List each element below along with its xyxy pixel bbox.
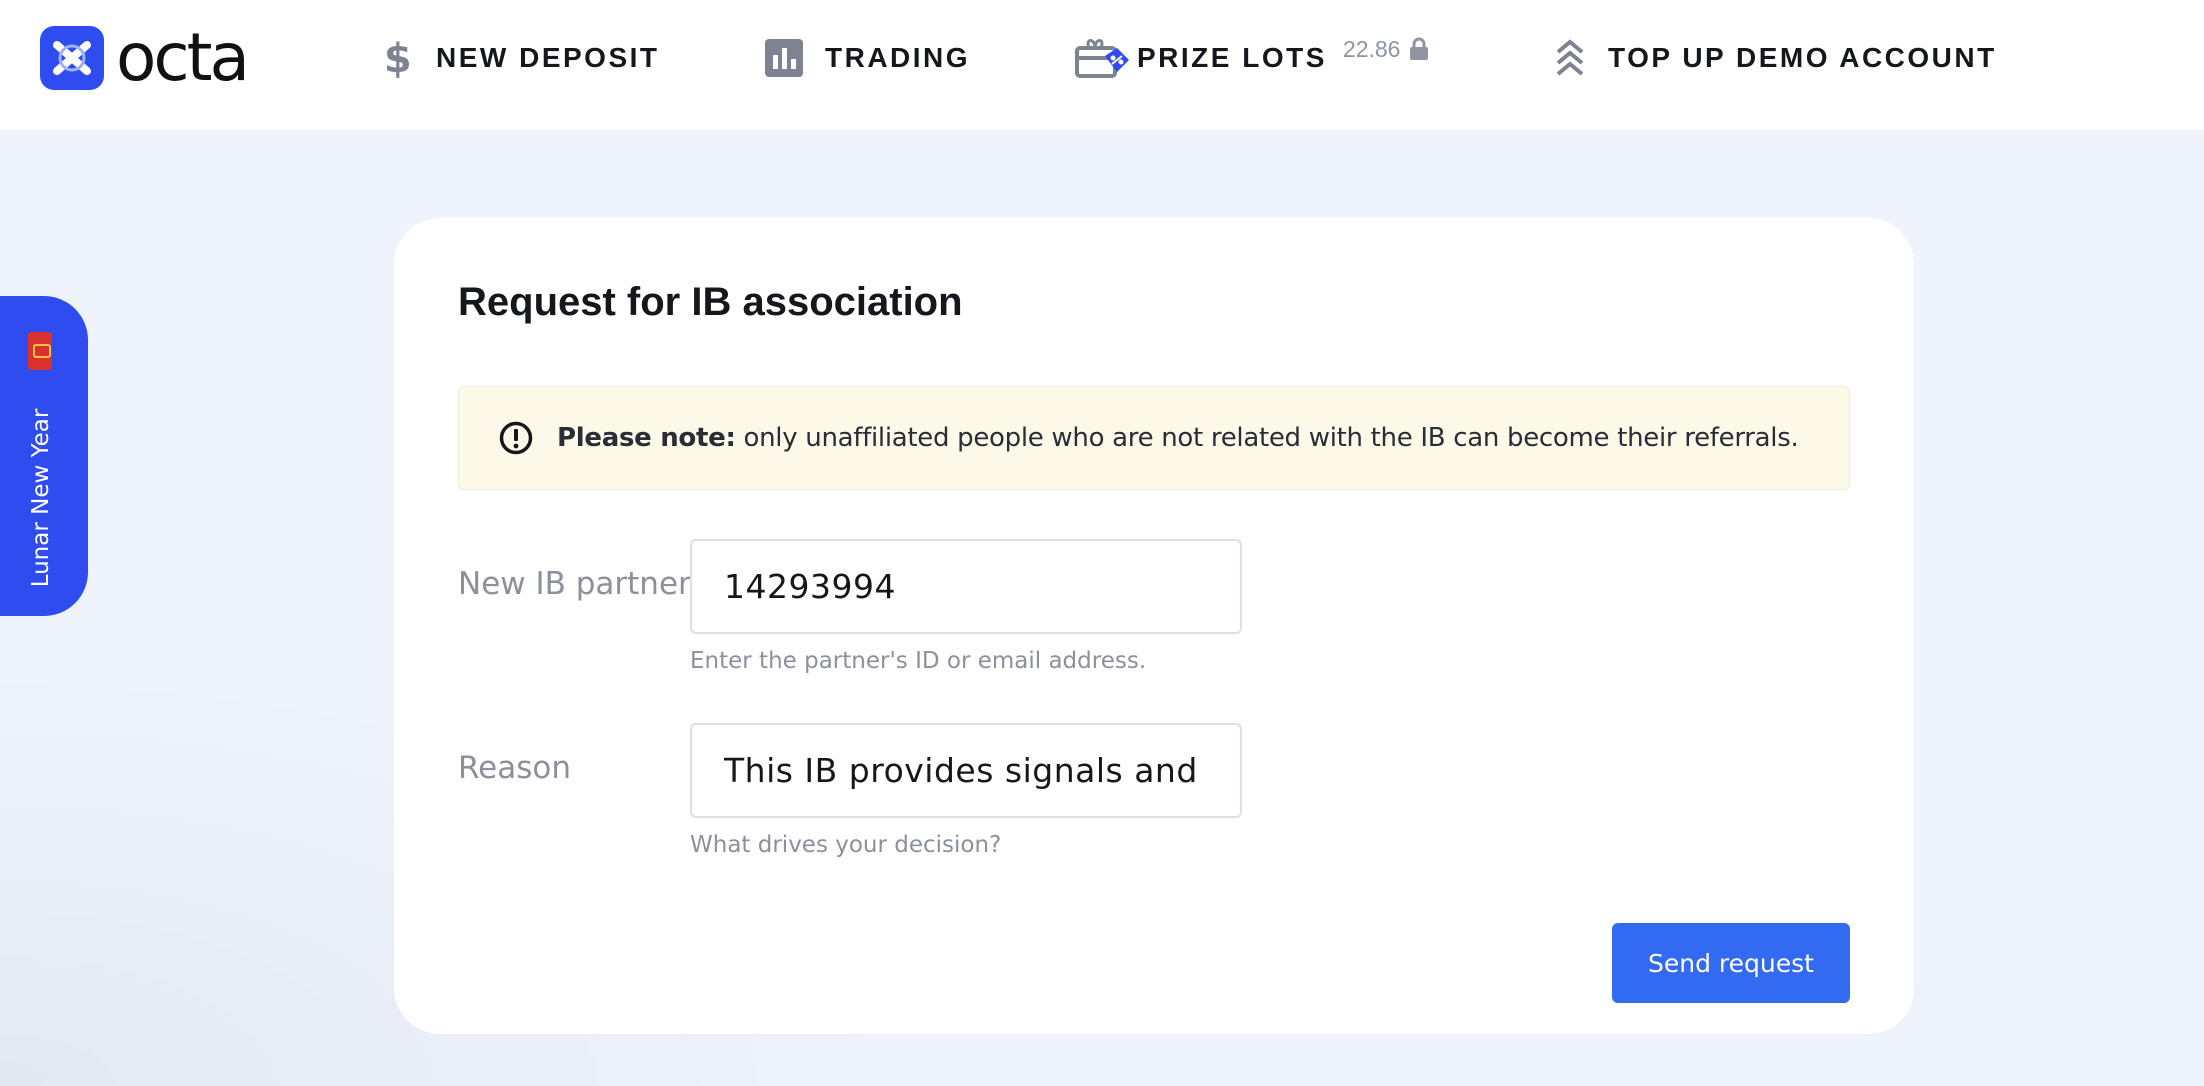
- notice-body: only unaffiliated people who are not rel…: [735, 423, 1799, 453]
- send-request-button[interactable]: Send request: [1612, 923, 1850, 1003]
- prize-lots-value: 22.86: [1343, 36, 1429, 63]
- lunar-new-year-tab[interactable]: Lunar New Year: [0, 296, 88, 616]
- ib-request-card: Request for IB association Please note: …: [394, 218, 1914, 1034]
- nav-top-up-demo[interactable]: TOP UP DEMO ACCOUNT: [1554, 34, 1997, 82]
- logo-text: octa: [116, 18, 250, 96]
- lunar-new-year-label: Lunar New Year: [28, 408, 54, 588]
- top-header: octa $ NEW DEPOSIT TRADING PRIZE LOTS 22…: [0, 0, 2204, 130]
- dollar-icon: $: [384, 37, 414, 79]
- partner-id-input[interactable]: [690, 539, 1242, 634]
- nav-trading-label: TRADING: [825, 42, 971, 73]
- reason-hint: What drives your decision?: [690, 832, 1002, 858]
- svg-text:$: $: [384, 37, 414, 79]
- reason-label: Reason: [458, 750, 571, 786]
- bar-chart-icon: [765, 39, 803, 77]
- notice-banner: Please note: only unaffiliated people wh…: [458, 386, 1850, 490]
- nav-prize-lots-label: PRIZE LOTS: [1137, 42, 1327, 73]
- gift-card-icon: [1075, 36, 1131, 80]
- partner-label: New IB partner: [458, 566, 691, 602]
- prize-lots-amount: 22.86: [1342, 35, 1401, 62]
- reason-input[interactable]: [690, 723, 1242, 818]
- notice-text: Please note: only unaffiliated people wh…: [557, 423, 1799, 453]
- double-chevron-up-icon: [1554, 38, 1586, 78]
- nav-prize-lots[interactable]: PRIZE LOTS 22.86: [1075, 34, 1429, 82]
- octa-logo-icon: [40, 25, 104, 90]
- exclamation-circle-icon: [499, 421, 533, 455]
- red-envelope-icon: [28, 332, 52, 370]
- partner-hint: Enter the partner's ID or email address.: [690, 648, 1147, 674]
- nav-new-deposit-label: NEW DEPOSIT: [436, 42, 660, 73]
- nav-trading[interactable]: TRADING: [765, 34, 970, 82]
- logo[interactable]: octa: [40, 18, 250, 96]
- nav-new-deposit[interactable]: $ NEW DEPOSIT: [384, 34, 660, 82]
- lock-icon: [1410, 37, 1429, 60]
- notice-bold: Please note:: [557, 423, 736, 453]
- nav-top-up-demo-label: TOP UP DEMO ACCOUNT: [1608, 42, 1997, 73]
- page-title: Request for IB association: [458, 280, 963, 324]
